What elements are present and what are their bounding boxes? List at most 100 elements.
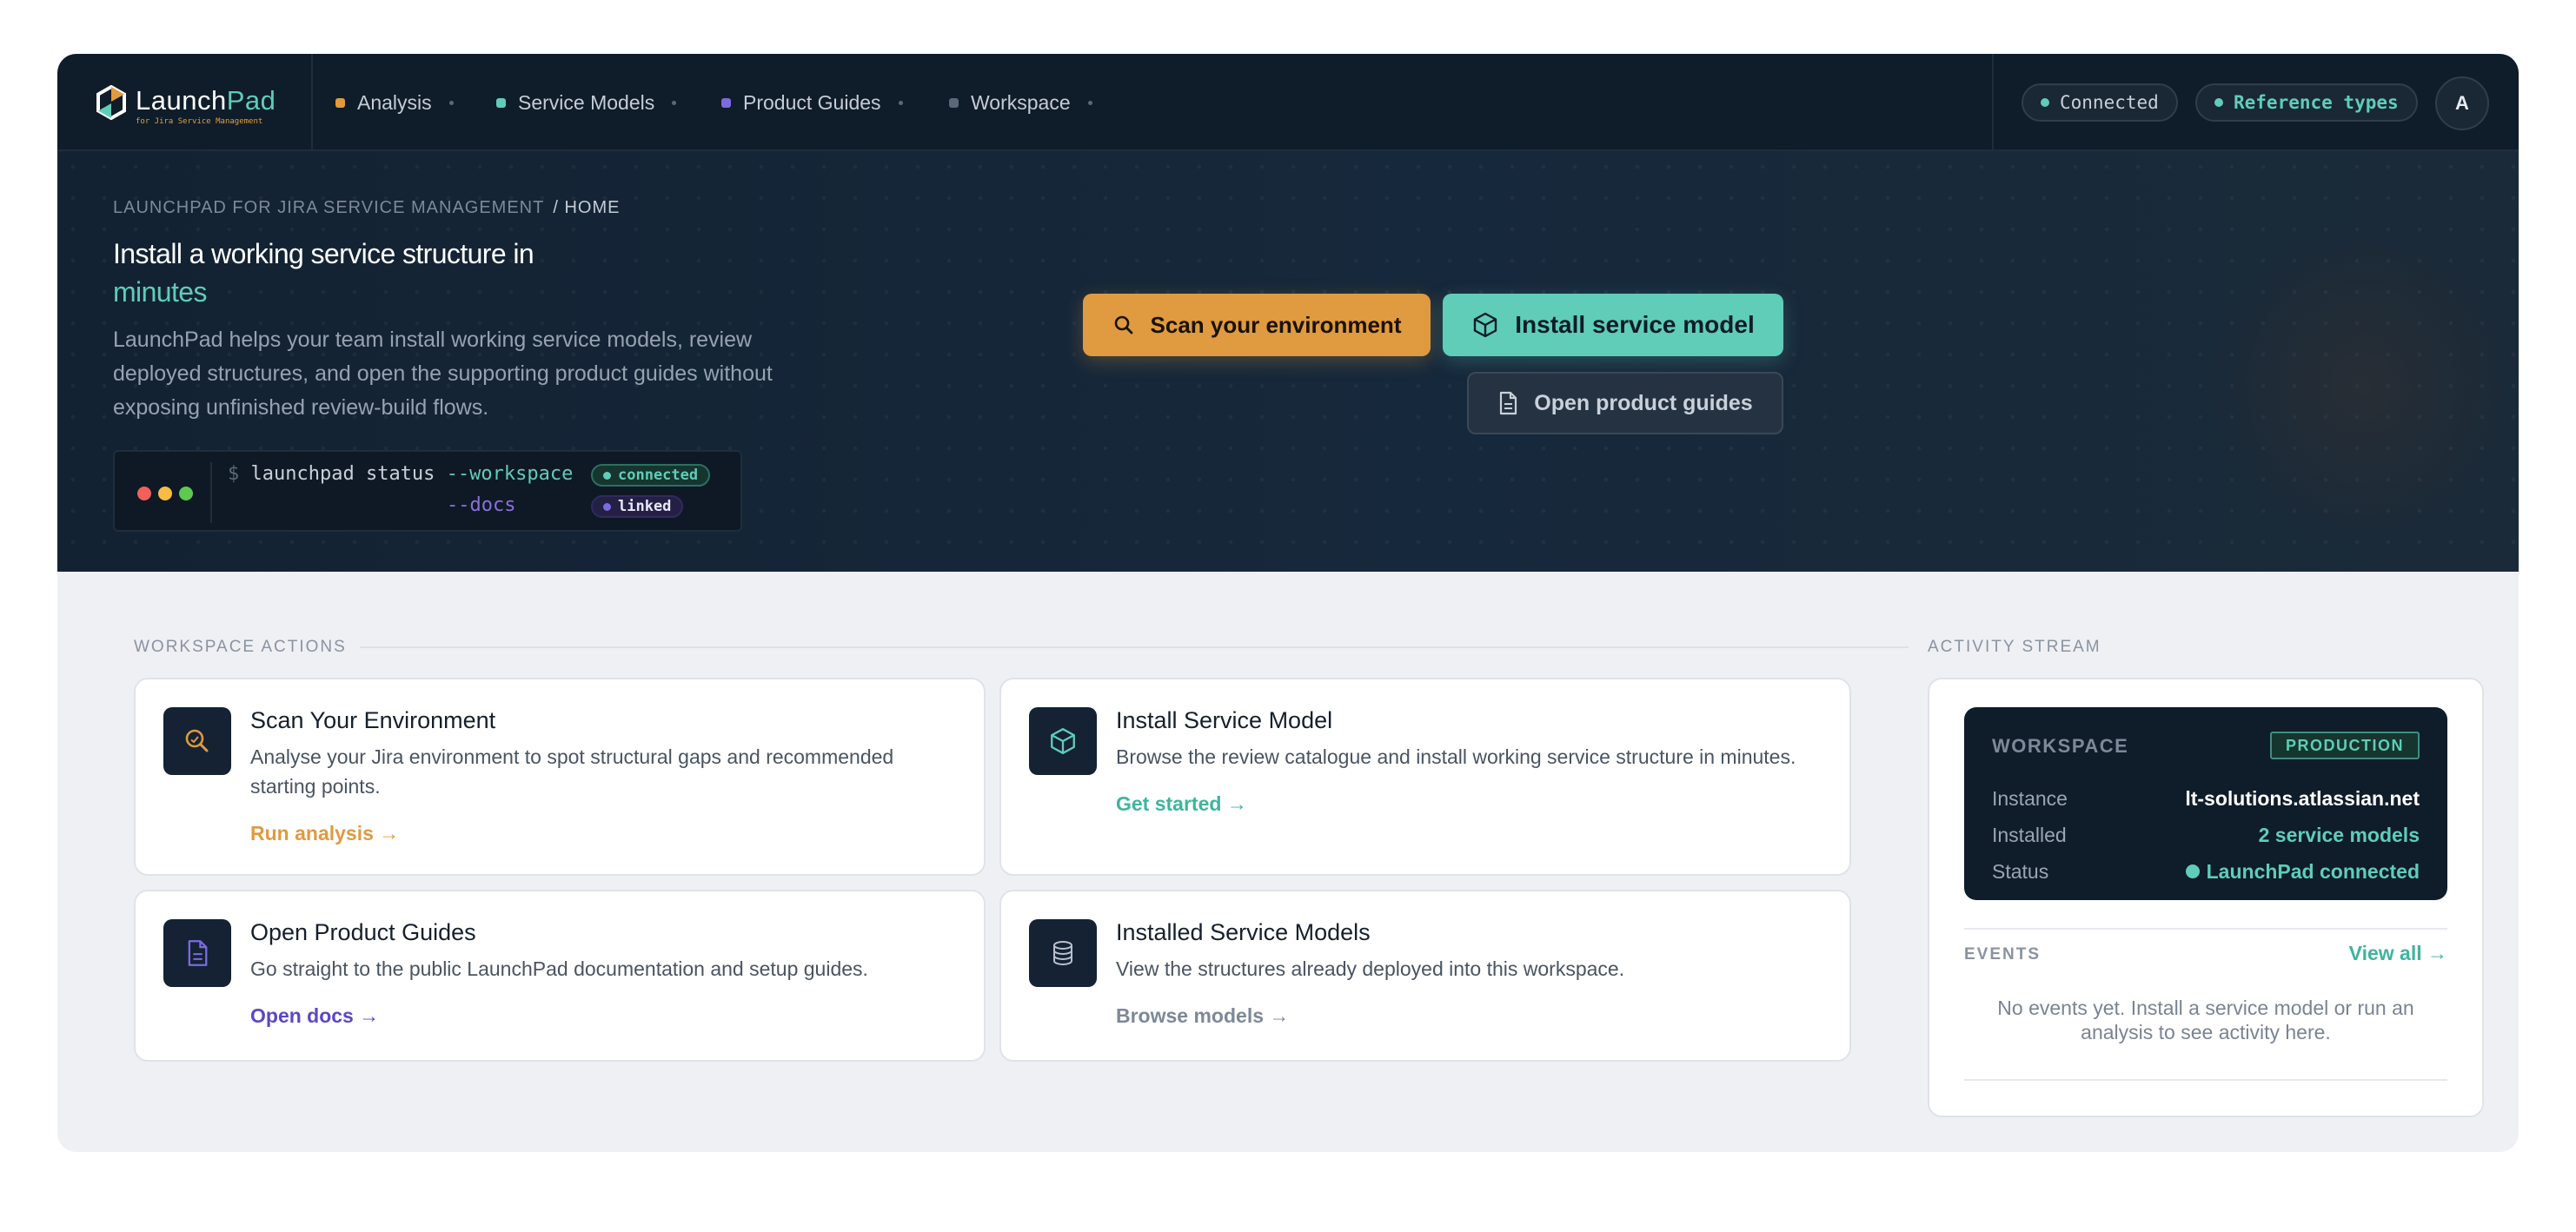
card-title: Open Product Guides bbox=[250, 919, 476, 945]
row-key: Instance bbox=[1992, 786, 2068, 810]
nav-dot-icon bbox=[949, 97, 959, 108]
activity-stream-panel: WORKSPACE PRODUCTION Instance lt-solutio… bbox=[1928, 678, 2484, 1117]
workspace-row-status: Status LaunchPad connected bbox=[1992, 858, 2420, 884]
terminal-prompt: $ bbox=[228, 463, 240, 485]
events-divider bbox=[1964, 1079, 2447, 1081]
installed-value: 2 service models bbox=[2258, 823, 2420, 846]
get-started-link[interactable]: Get started → bbox=[1116, 792, 1247, 816]
card-icon-box bbox=[163, 919, 231, 987]
chevron-down-icon bbox=[898, 100, 903, 105]
close-dot-icon bbox=[137, 487, 151, 500]
view-all-link[interactable]: View all → bbox=[2349, 942, 2447, 965]
brand-name: LaunchPad bbox=[136, 85, 276, 116]
terminal-divider bbox=[210, 462, 212, 523]
nav-dot-icon bbox=[496, 97, 506, 108]
status-text: LaunchPad connected bbox=[2206, 859, 2420, 883]
nav-dot-icon bbox=[721, 97, 731, 108]
action-card-guides[interactable]: Open Product Guides Go straight to the p… bbox=[134, 890, 986, 1062]
environment-badge: PRODUCTION bbox=[2270, 732, 2420, 759]
nav-item-label: Product Guides bbox=[743, 90, 881, 114]
status-pill-label: Connected bbox=[2060, 92, 2159, 113]
instance-value: lt-solutions.atlassian.net bbox=[2185, 786, 2420, 810]
open-product-guides-button[interactable]: Open product guides bbox=[1467, 372, 1783, 434]
cube-icon bbox=[1051, 728, 1075, 754]
maximize-dot-icon bbox=[179, 487, 193, 500]
linked-badge: linked bbox=[591, 495, 684, 518]
status-dot-icon bbox=[2185, 864, 2200, 878]
breadcrumb-root[interactable]: LAUNCHPAD FOR JIRA SERVICE MANAGEMENT bbox=[113, 198, 544, 217]
connection-status-pill[interactable]: Connected bbox=[2022, 83, 2178, 122]
nav-item-analysis[interactable]: Analysis bbox=[335, 89, 454, 116]
action-card-scan[interactable]: Scan Your Environment Analyse your Jira … bbox=[134, 678, 986, 876]
user-avatar[interactable]: A bbox=[2435, 76, 2489, 130]
events-divider bbox=[1964, 928, 2447, 930]
events-heading: EVENTS bbox=[1964, 945, 2042, 964]
section-divider bbox=[360, 646, 1909, 648]
status-value: LaunchPad connected bbox=[2185, 859, 2420, 884]
card-description: Analyse your Jira environment to spot st… bbox=[250, 745, 894, 798]
workspace-row-instance: Instance lt-solutions.atlassian.net bbox=[1992, 785, 2420, 811]
hero-section: LAUNCHPAD FOR JIRA SERVICE MANAGEMENT / H… bbox=[57, 151, 2519, 572]
chevron-down-icon bbox=[1087, 100, 1092, 105]
run-analysis-link[interactable]: Run analysis → bbox=[250, 822, 399, 845]
action-card-installed-models[interactable]: Installed Service Models View the struct… bbox=[999, 890, 1851, 1062]
terminal-flag-docs: --docs bbox=[447, 494, 516, 516]
status-dot-icon bbox=[603, 471, 611, 480]
status-dot-icon bbox=[603, 502, 611, 511]
button-label: Open product guides bbox=[1534, 390, 1753, 415]
card-description: Browse the review catalogue and install … bbox=[1116, 745, 1796, 768]
nav-item-label: Service Models bbox=[518, 90, 655, 114]
terminal-window-dots bbox=[137, 487, 193, 500]
browse-models-link[interactable]: Browse models → bbox=[1116, 1004, 1289, 1028]
row-key: Status bbox=[1992, 859, 2049, 883]
workspace-label: WORKSPACE bbox=[1992, 735, 2129, 757]
scan-environment-button[interactable]: Scan your environment bbox=[1083, 294, 1431, 356]
title-text: Install a working service structure in bbox=[113, 238, 534, 269]
nav-item-service-models[interactable]: Service Models bbox=[496, 89, 677, 116]
breadcrumb-current: / HOME bbox=[553, 198, 621, 217]
search-icon bbox=[1114, 315, 1132, 334]
brand-logo[interactable]: LaunchPad for Jira Service Management bbox=[96, 85, 295, 126]
nav-divider bbox=[311, 54, 313, 151]
types-pill-label: Reference types bbox=[2234, 92, 2399, 113]
title-accent: minutes bbox=[113, 276, 207, 308]
status-dot-icon bbox=[2214, 98, 2223, 107]
minimize-dot-icon bbox=[158, 487, 172, 500]
workspace-row-installed: Installed 2 service models bbox=[1992, 822, 2420, 848]
page-title: Install a working service structure in m… bbox=[113, 235, 600, 311]
button-label: Install service model bbox=[1515, 311, 1755, 338]
status-dot-icon bbox=[2041, 98, 2049, 107]
badge-label: linked bbox=[618, 498, 672, 515]
card-description: View the structures already deployed int… bbox=[1116, 957, 1625, 980]
card-description: Go straight to the public LaunchPad docu… bbox=[250, 957, 868, 980]
install-service-model-button[interactable]: Install service model bbox=[1443, 294, 1783, 356]
card-icon-box bbox=[1029, 919, 1097, 987]
action-card-install[interactable]: Install Service Model Browse the review … bbox=[999, 678, 1851, 876]
connected-badge: connected bbox=[591, 464, 711, 487]
nav-dot-icon bbox=[335, 97, 345, 108]
card-title: Installed Service Models bbox=[1116, 919, 1371, 945]
terminal-flag-workspace: --workspace bbox=[446, 463, 574, 485]
search-icon bbox=[185, 729, 209, 752]
nav-item-product-guides[interactable]: Product Guides bbox=[721, 89, 903, 116]
open-docs-link[interactable]: Open docs → bbox=[250, 1004, 379, 1028]
button-label: Scan your environment bbox=[1150, 311, 1402, 338]
top-navigation: LaunchPad for Jira Service Management An… bbox=[57, 54, 2519, 151]
workspace-actions-heading: WORKSPACE ACTIONS bbox=[134, 638, 347, 656]
card-title: Scan Your Environment bbox=[250, 707, 496, 733]
breadcrumb: LAUNCHPAD FOR JIRA SERVICE MANAGEMENT / H… bbox=[113, 198, 620, 218]
reference-types-pill[interactable]: Reference types bbox=[2195, 83, 2418, 122]
terminal-line-1: $ launchpad status --workspace bbox=[228, 462, 573, 487]
card-icon-box bbox=[163, 707, 231, 775]
hero-glow bbox=[2206, 221, 2519, 551]
badge-label: connected bbox=[618, 467, 699, 484]
brand-subtitle: for Jira Service Management bbox=[136, 117, 263, 126]
hero-description: LaunchPad helps your team install workin… bbox=[113, 328, 773, 420]
terminal-status: $ launchpad status --workspace --docs co… bbox=[113, 450, 742, 532]
card-icon-box bbox=[1029, 707, 1097, 775]
nav-divider bbox=[1992, 54, 1994, 151]
nav-item-label: Analysis bbox=[357, 90, 432, 114]
nav-item-label: Workspace bbox=[971, 90, 1071, 114]
nav-item-workspace[interactable]: Workspace bbox=[949, 89, 1092, 116]
chevron-down-icon bbox=[672, 100, 677, 105]
